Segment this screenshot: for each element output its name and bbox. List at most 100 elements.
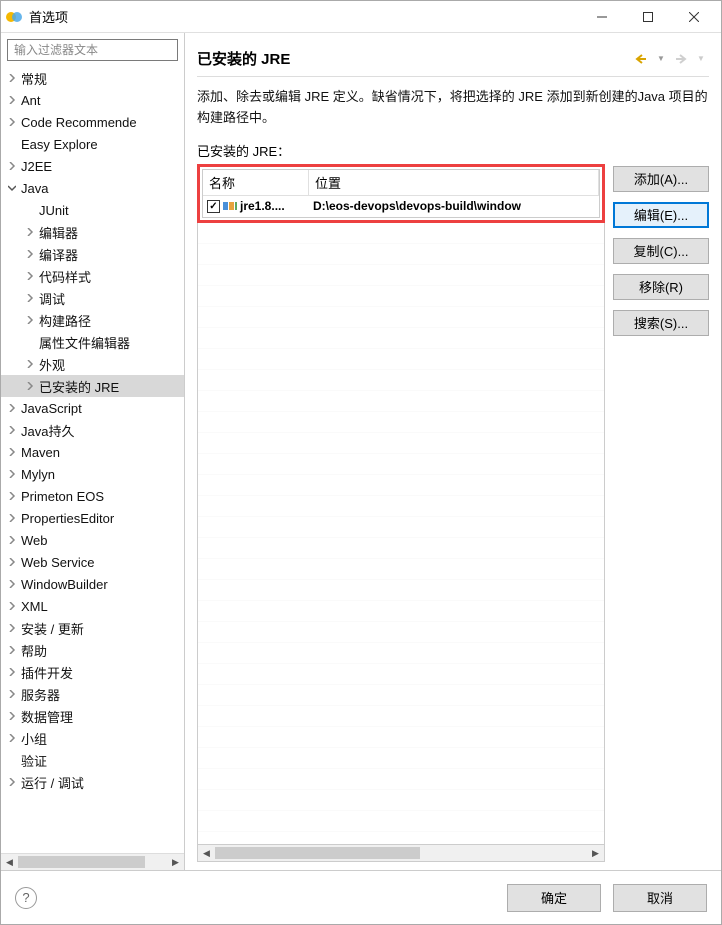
scroll-right-icon[interactable]: ▶: [167, 854, 184, 871]
checkbox[interactable]: ✓: [207, 200, 220, 213]
tree-item[interactable]: 安装 / 更新: [1, 617, 184, 639]
tree-item-label: Java持久: [21, 421, 74, 440]
minimize-button[interactable]: [579, 2, 625, 32]
tree-item[interactable]: Code Recommende: [1, 111, 184, 133]
tree-item[interactable]: 代码样式: [1, 265, 184, 287]
tree-item[interactable]: Easy Explore: [1, 133, 184, 155]
tree-item[interactable]: 已安装的 JRE: [1, 375, 184, 397]
tree-item-label: 编译器: [39, 245, 78, 264]
chevron-right-icon[interactable]: [5, 511, 19, 525]
chevron-right-icon[interactable]: [5, 709, 19, 723]
column-name-header[interactable]: 名称: [203, 170, 309, 196]
tree-item[interactable]: Web: [1, 529, 184, 551]
tree-item[interactable]: Primeton EOS: [1, 485, 184, 507]
chevron-right-icon[interactable]: [23, 291, 37, 305]
tree-item[interactable]: JUnit: [1, 199, 184, 221]
chevron-right-icon[interactable]: [5, 401, 19, 415]
chevron-right-icon[interactable]: [5, 533, 19, 547]
chevron-right-icon[interactable]: [5, 467, 19, 481]
app-icon: [5, 8, 23, 26]
nav-back-icon[interactable]: [633, 51, 649, 67]
dropdown-icon[interactable]: ▼: [653, 51, 669, 67]
tree-item-label: 帮助: [21, 641, 47, 660]
tree-item[interactable]: Ant: [1, 89, 184, 111]
chevron-right-icon[interactable]: [23, 379, 37, 393]
chevron-right-icon[interactable]: [5, 665, 19, 679]
chevron-right-icon[interactable]: [5, 159, 19, 173]
scroll-right-icon[interactable]: ▶: [587, 845, 604, 862]
tree-item[interactable]: Mylyn: [1, 463, 184, 485]
tree-item[interactable]: Web Service: [1, 551, 184, 573]
table-row[interactable]: ✓jre1.8....D:\eos-devops\devops-build\wi…: [203, 196, 599, 217]
tree-item[interactable]: 调试: [1, 287, 184, 309]
edit-button[interactable]: 编辑(E)...: [613, 202, 709, 228]
filter-input[interactable]: [7, 39, 178, 61]
jre-table[interactable]: 名称 位置 ✓jre1.8....D:\eos-devops\devops-bu…: [202, 169, 600, 218]
chevron-right-icon[interactable]: [23, 247, 37, 261]
tree-item[interactable]: 常规: [1, 67, 184, 89]
sidebar-scrollbar[interactable]: ◀ ▶: [1, 853, 184, 870]
copy-button[interactable]: 复制(C)...: [613, 238, 709, 264]
tree-item[interactable]: WindowBuilder: [1, 573, 184, 595]
search-button[interactable]: 搜索(S)...: [613, 310, 709, 336]
chevron-right-icon[interactable]: [5, 115, 19, 129]
chevron-right-icon[interactable]: [5, 621, 19, 635]
tree-item[interactable]: 帮助: [1, 639, 184, 661]
tree-item-label: WindowBuilder: [21, 577, 108, 592]
tree-item[interactable]: Java: [1, 177, 184, 199]
tree-item-label: JavaScript: [21, 401, 82, 416]
tree-item[interactable]: PropertiesEditor: [1, 507, 184, 529]
chevron-right-icon[interactable]: [5, 555, 19, 569]
tree-item[interactable]: 服务器: [1, 683, 184, 705]
tree-item[interactable]: XML: [1, 595, 184, 617]
chevron-right-icon[interactable]: [23, 313, 37, 327]
tree-item[interactable]: 插件开发: [1, 661, 184, 683]
highlighted-region: 名称 位置 ✓jre1.8....D:\eos-devops\devops-bu…: [197, 164, 605, 223]
maximize-button[interactable]: [625, 2, 671, 32]
chevron-right-icon[interactable]: [23, 357, 37, 371]
chevron-down-icon[interactable]: [5, 181, 19, 195]
tree-item[interactable]: 小组: [1, 727, 184, 749]
scroll-left-icon[interactable]: ◀: [198, 845, 215, 862]
tree-item[interactable]: 外观: [1, 353, 184, 375]
tree-item[interactable]: 属性文件编辑器: [1, 331, 184, 353]
chevron-right-icon[interactable]: [23, 269, 37, 283]
tree-item[interactable]: 验证: [1, 749, 184, 771]
tree-item[interactable]: 运行 / 调试: [1, 771, 184, 793]
chevron-right-icon[interactable]: [5, 599, 19, 613]
chevron-right-icon[interactable]: [5, 423, 19, 437]
tree-item[interactable]: Java持久: [1, 419, 184, 441]
help-icon[interactable]: ?: [15, 887, 37, 909]
tree-item[interactable]: 编辑器: [1, 221, 184, 243]
tree-item[interactable]: JavaScript: [1, 397, 184, 419]
chevron-right-icon[interactable]: [5, 71, 19, 85]
chevron-right-icon[interactable]: [5, 577, 19, 591]
preference-tree[interactable]: 常规AntCode Recommende Easy Explore J2EE Jav…: [1, 65, 184, 853]
tree-item[interactable]: 数据管理: [1, 705, 184, 727]
tree-item-label: J2EE: [21, 159, 52, 174]
add-button[interactable]: 添加(A)...: [613, 166, 709, 192]
scroll-left-icon[interactable]: ◀: [1, 854, 18, 871]
chevron-right-icon[interactable]: [5, 731, 19, 745]
cancel-button[interactable]: 取消: [613, 884, 707, 912]
tree-item[interactable]: 构建路径: [1, 309, 184, 331]
chevron-right-icon[interactable]: [5, 489, 19, 503]
remove-button[interactable]: 移除(R): [613, 274, 709, 300]
chevron-right-icon[interactable]: [5, 687, 19, 701]
chevron-right-icon[interactable]: [23, 225, 37, 239]
column-location-header[interactable]: 位置: [309, 170, 599, 196]
chevron-right-icon[interactable]: [5, 775, 19, 789]
close-button[interactable]: [671, 2, 717, 32]
tree-item[interactable]: Maven: [1, 441, 184, 463]
tree-item-label: 服务器: [21, 685, 60, 704]
chevron-right-icon[interactable]: [5, 643, 19, 657]
tree-item-label: 构建路径: [39, 311, 91, 330]
tree-item[interactable]: J2EE: [1, 155, 184, 177]
table-scrollbar[interactable]: ◀ ▶: [197, 845, 605, 862]
chevron-right-icon[interactable]: [5, 93, 19, 107]
ok-button[interactable]: 确定: [507, 884, 601, 912]
tree-item[interactable]: 编译器: [1, 243, 184, 265]
dropdown-icon[interactable]: ▼: [693, 51, 709, 67]
chevron-right-icon[interactable]: [5, 445, 19, 459]
nav-forward-icon[interactable]: [673, 51, 689, 67]
